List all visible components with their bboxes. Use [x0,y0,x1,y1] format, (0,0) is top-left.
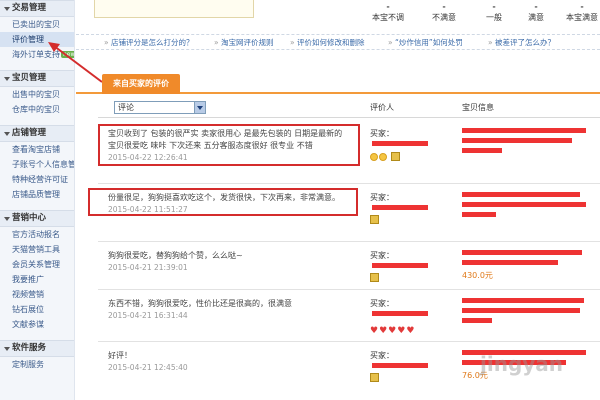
shop-thumbnail [94,0,254,18]
item-info [462,192,592,222]
table-row: 宝贝收到了 包装的很严实 卖家很用心 是最先包装的 日期是最新的 宝贝很爱吃 味… [98,120,600,184]
review-text: 狗狗很爱吃，替狗狗给个赞，么么哒~ 2015-04-21 21:39:01 [108,250,348,273]
sidebar-section-marketing: 营销中心 官方活动报名 天猫营销工具 会员关系管理 我要推广 视频营销 钻石展位… [0,210,74,332]
help-link-penalty[interactable]: “炒作信用”如何处罚 [388,37,463,48]
rating-stats-bar: - 本宝不调 - 不满意 - 一般 - 满意 - 本宝满意 [76,0,600,26]
help-link-rules[interactable]: 淘宝网评价规则 [214,37,274,48]
filter-selected-value: 评论 [118,103,134,112]
column-header-item: 宝贝信息 [462,103,494,112]
heart-icon: ♥ [388,326,397,336]
sidebar-item-shop-quality[interactable]: 店铺品质管理 [0,187,74,202]
sidebar-item-diamond-booth[interactable]: 钻石展位 [0,302,74,317]
help-links-bar: 店铺评分是怎么打分的？ 淘宝网评价规则 评价如何修改和删除 “炒作信用”如何处罚… [76,34,600,50]
table-header: 评论 评价人 宝贝信息 [98,98,600,118]
tab-bar: 来自买家的评价 [76,72,600,94]
buyer-info: 买家： [370,128,450,162]
sidebar-item-subaccount-info[interactable]: 子账号个人信息管理 [0,157,74,172]
review-text: 好评！ 2015-04-21 12:45:40 [108,350,348,373]
table-row: 狗狗很爱吃，替狗狗给个赞，么么哒~ 2015-04-21 21:39:01 买家… [98,242,600,290]
stat-neutral: - 一般 [486,2,502,22]
review-time: 2015-04-21 21:39:01 [108,263,188,272]
sidebar-section-title[interactable]: 店铺管理 [0,125,74,142]
redacted-buyer [372,263,428,268]
medal-icon [370,153,378,161]
buyer-info: 买家： [370,350,450,384]
highlight-box [98,124,360,166]
buyer-info: 买家： [370,250,450,284]
stat-very-unsatisfied: - 本宝不调 [372,2,404,22]
table-row: 份量很足，狗狗挺喜欢吃这个，发货很快，下次再来，非常满意。 2015-04-22… [88,184,600,242]
approve-icon [370,273,379,282]
help-link-score[interactable]: 店铺评分是怎么打分的？ [104,37,194,48]
sidebar-item-custom-service[interactable]: 定制服务 [0,357,74,372]
watermark: jingyan [480,352,564,376]
item-price: 430.0元 [462,271,493,280]
redacted-buyer [372,363,428,368]
sidebar-item-license[interactable]: 特种经营许可证 [0,172,74,187]
sidebar-item-promote[interactable]: 我要推广 [0,272,74,287]
redacted-buyer [372,311,428,316]
sidebar-item-warehouse[interactable]: 仓库中的宝贝 [0,102,74,117]
review-filter-select[interactable]: 评论 [114,101,206,114]
sidebar-section-title[interactable]: 交易管理 [0,0,74,17]
sidebar-item-official-events[interactable]: 官方活动报名 [0,227,74,242]
stat-satisfied: - 满意 [528,2,544,22]
sidebar-section-shop: 店铺管理 查看淘宝店铺 子账号个人信息管理 特种经营许可证 店铺品质管理 [0,125,74,202]
heart-icon: ♥ [379,326,388,336]
sidebar-item-view-shop[interactable]: 查看淘宝店铺 [0,142,74,157]
table-row: 东西不错，狗狗很爱吃，性价比还是很高的，很满意 2015-04-21 16:31… [98,290,600,342]
stat-very-satisfied: - 本宝满意 [566,2,598,22]
help-link-edit-delete[interactable]: 评价如何修改和删除 [290,37,365,48]
redacted-buyer [372,141,428,146]
medal-icon [379,153,387,161]
tab-reviews-from-buyers[interactable]: 来自买家的评价 [102,74,180,94]
approve-icon [391,152,400,161]
buyer-level-icons [370,152,450,162]
sidebar-section-title[interactable]: 营销中心 [0,210,74,227]
buyer-info: 买家： ♥♥♥♥♥ [370,298,450,336]
approve-icon [370,215,379,224]
sidebar-item-video-marketing[interactable]: 视频营销 [0,287,74,302]
chevron-down-icon [194,102,205,113]
sidebar-section-software: 软件服务 定制服务 [0,340,74,372]
sidebar-item-sold-items[interactable]: 已卖出的宝贝 [0,17,74,32]
highlight-box [88,188,358,216]
heart-icon: ♥ [370,326,379,336]
heart-icon: ♥ [397,326,406,336]
review-text: 东西不错，狗狗很爱吃，性价比还是很高的，很满意 2015-04-21 16:31… [108,298,348,321]
heart-icon: ♥ [406,326,415,336]
item-info [462,298,592,328]
redacted-buyer [372,205,428,210]
approve-icon [370,373,379,382]
buyer-level-icons: ♥♥♥♥♥ [370,326,450,336]
sidebar-item-member-relations[interactable]: 会员关系管理 [0,257,74,272]
buyer-info: 买家： [370,192,450,226]
item-info: 430.0元 [462,250,592,281]
stat-unsatisfied: - 不满意 [432,2,456,22]
review-time: 2015-04-21 16:31:44 [108,311,188,320]
sidebar-item-advisor[interactable]: 文献参谋 [0,317,74,332]
sidebar-section-title[interactable]: 软件服务 [0,340,74,357]
sidebar-item-on-sale[interactable]: 出售中的宝贝 [0,87,74,102]
help-link-bad-review[interactable]: 被差评了怎么办？ [488,37,555,48]
column-header-rater: 评价人 [370,103,394,112]
review-time: 2015-04-21 12:45:40 [108,363,188,372]
sidebar-item-tmall-tools[interactable]: 天猫营销工具 [0,242,74,257]
item-info [462,128,592,158]
